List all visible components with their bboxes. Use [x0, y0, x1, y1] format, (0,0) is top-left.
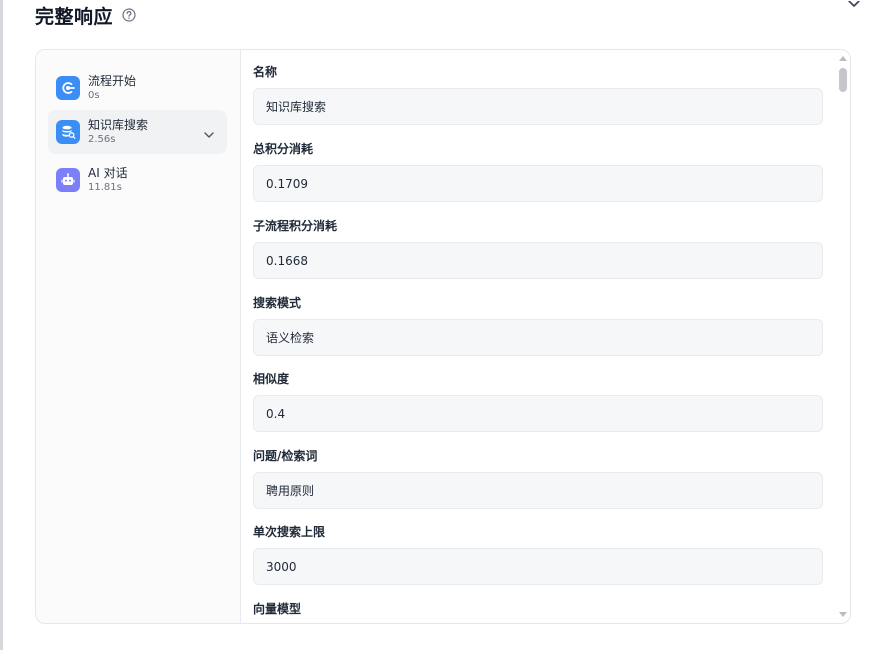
field-label: 单次搜索上限 [253, 525, 326, 539]
modal-header: 完整响应 [35, 0, 136, 30]
close-icon[interactable] [846, 0, 862, 15]
node-duration: 2.56s [88, 134, 116, 145]
field-label: 名称 [253, 65, 278, 79]
field-subflow-points: 子流程积分消耗 0.1668 [253, 217, 823, 279]
scroll-up-arrow-icon[interactable] [838, 54, 848, 62]
node-duration: 11.81s [88, 182, 122, 193]
field-label: 总积分消耗 [253, 142, 314, 156]
background-window-edge [0, 0, 3, 650]
field-value: 3000 [253, 548, 823, 585]
field-value: 聘用原则 [253, 472, 823, 509]
field-label: 问题/检索词 [253, 449, 318, 463]
scrollbar[interactable] [836, 50, 850, 623]
field-value: 语义检索 [253, 319, 823, 356]
chevron-down-icon[interactable] [203, 126, 215, 138]
field-label: 相似度 [253, 372, 290, 386]
robot-icon [56, 168, 80, 192]
scroll-down-arrow-icon[interactable] [838, 611, 848, 619]
node-name: AI 对话 [88, 166, 128, 180]
field-search-limit: 单次搜索上限 3000 [253, 523, 823, 585]
field-value: 0.1668 [253, 242, 823, 279]
scrollbar-thumb[interactable] [839, 68, 847, 92]
field-name: 名称 知识库搜索 [253, 63, 823, 125]
node-name: 流程开始 [88, 74, 137, 88]
field-label: 子流程积分消耗 [253, 219, 338, 233]
field-value: 0.1709 [253, 165, 823, 202]
node-duration: 0s [88, 90, 100, 101]
field-value: 0.4 [253, 395, 823, 432]
modal-title: 完整响应 [35, 5, 114, 28]
play-circle-icon [56, 76, 80, 100]
workflow-node-list: 流程开始 0s 知识库搜索 2.56s AI 对话 11.81s [36, 50, 241, 623]
field-value: 知识库搜索 [253, 88, 823, 125]
node-flow-start[interactable]: 流程开始 0s [48, 66, 227, 110]
help-circle-icon[interactable] [122, 8, 136, 22]
field-similarity: 相似度 0.4 [253, 370, 823, 432]
field-query: 问题/检索词 聘用原则 [253, 447, 823, 509]
node-name: 知识库搜索 [88, 118, 149, 132]
node-knowledge-search[interactable]: 知识库搜索 2.56s [48, 110, 227, 154]
database-search-icon [56, 120, 80, 144]
field-search-mode: 搜索模式 语义检索 [253, 294, 823, 356]
node-ai-chat[interactable]: AI 对话 11.81s [48, 158, 227, 202]
field-label: 向量模型 [253, 602, 302, 616]
field-total-points: 总积分消耗 0.1709 [253, 140, 823, 202]
field-vector-model: 向量模型 [253, 600, 823, 618]
field-label: 搜索模式 [253, 296, 302, 310]
node-detail-panel[interactable]: 名称 知识库搜索 总积分消耗 0.1709 子流程积分消耗 0.1668 搜索模… [241, 50, 850, 623]
response-panel: 流程开始 0s 知识库搜索 2.56s AI 对话 11.81s 名称 知识库搜… [35, 49, 851, 624]
